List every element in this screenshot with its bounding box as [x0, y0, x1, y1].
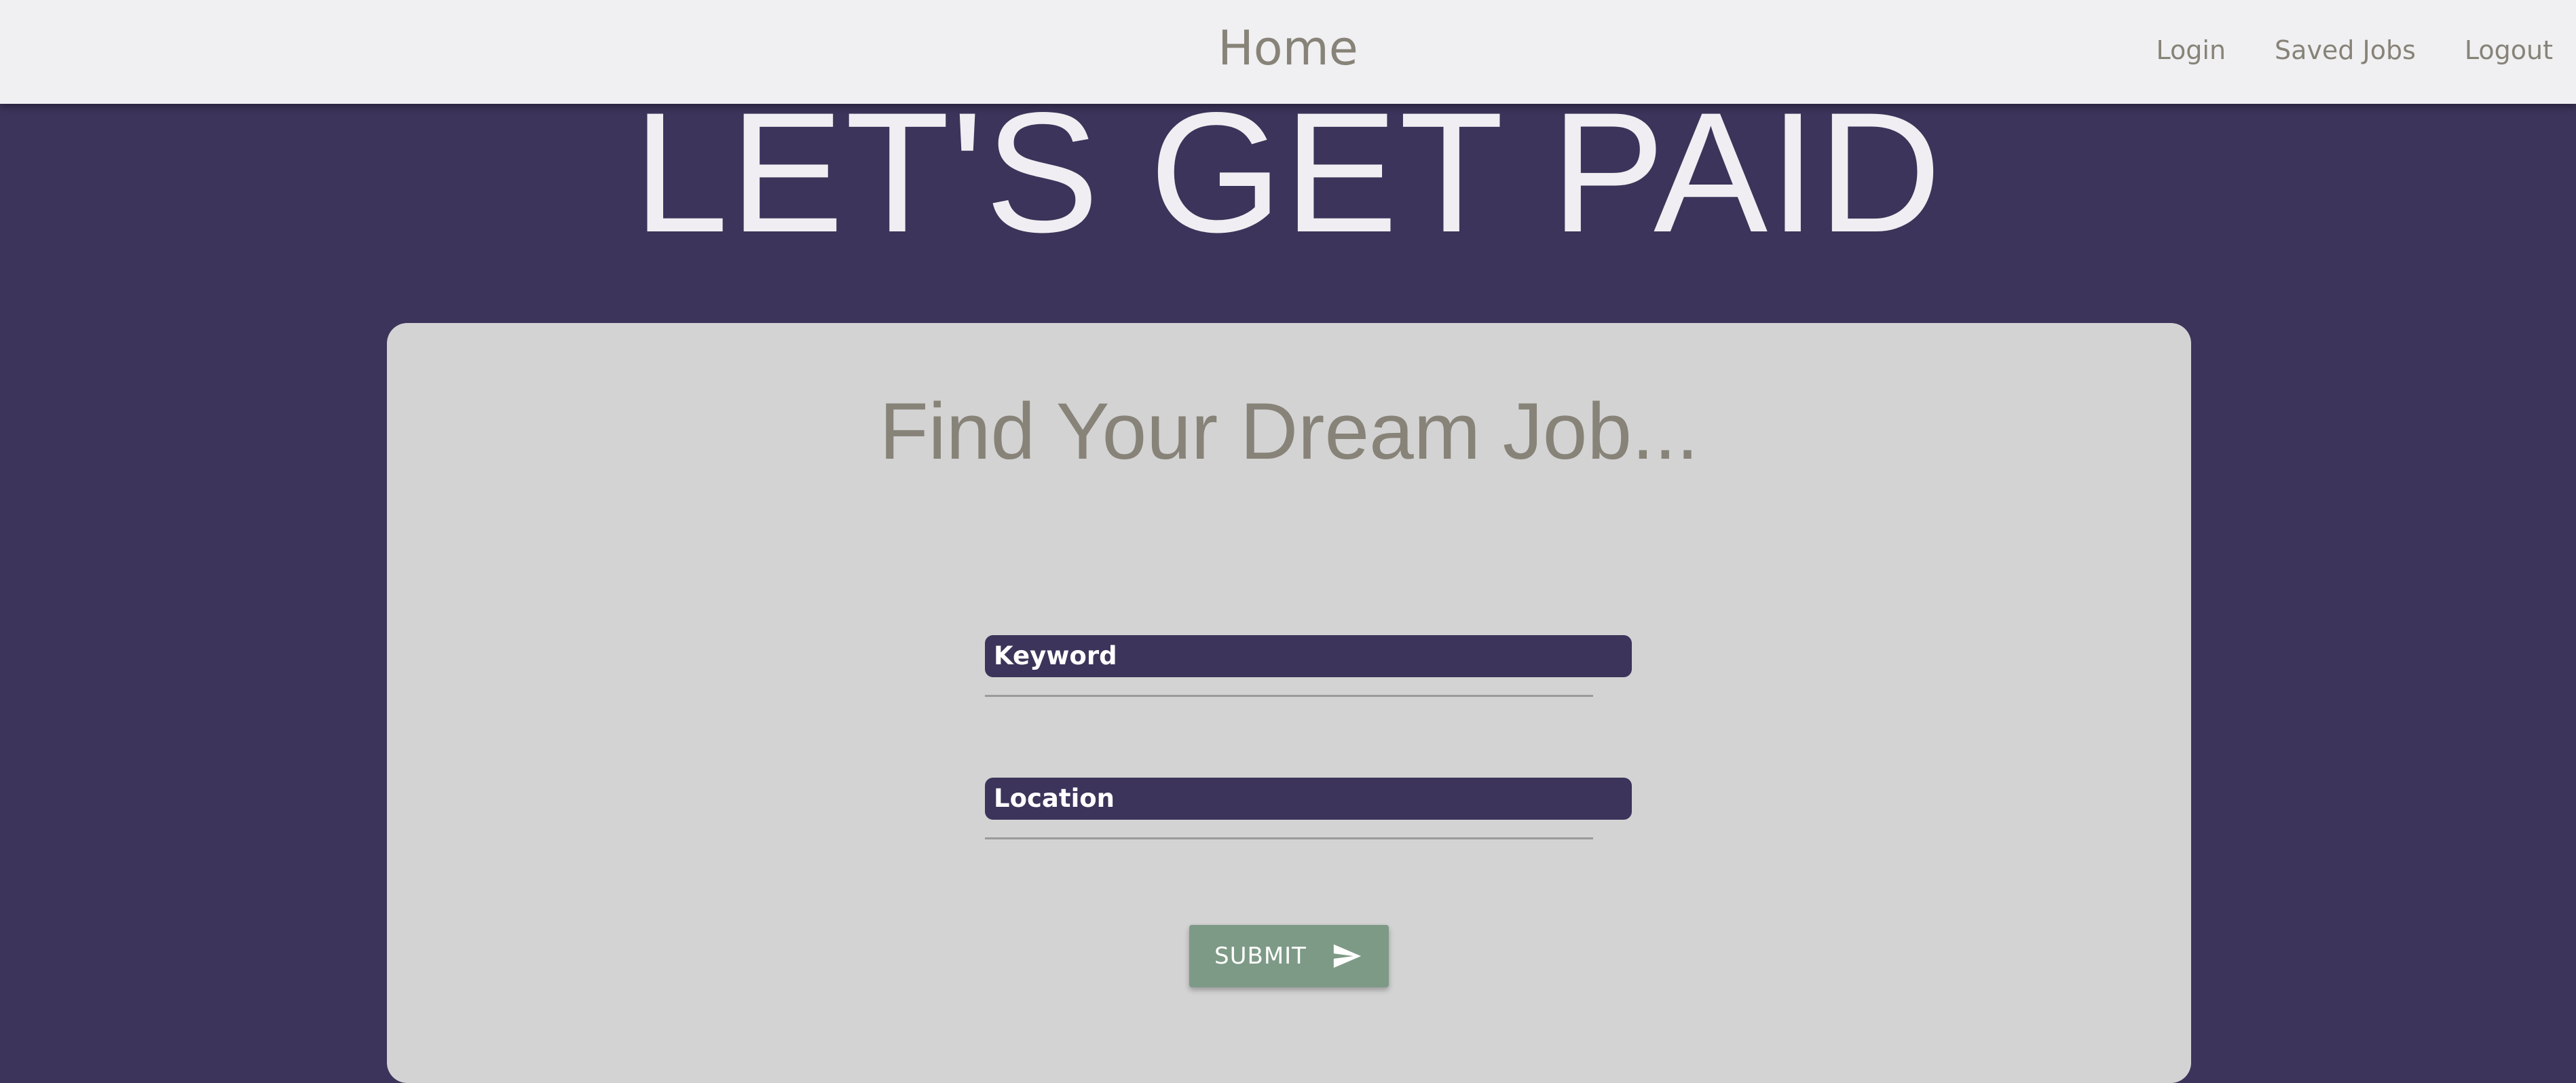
hero-title: LET'S GET PAID — [633, 77, 1943, 268]
home-link[interactable]: Home — [1218, 20, 1358, 76]
top-navbar: Home Login Saved Jobs Logout — [0, 0, 2576, 104]
location-field: Location — [985, 778, 1632, 839]
location-input[interactable] — [985, 820, 1593, 839]
submit-label: SUBMIT — [1214, 943, 1307, 970]
nav-links: Login Saved Jobs Logout — [2157, 35, 2553, 65]
job-search-card: Find Your Dream Job... Keyword Location … — [387, 323, 2191, 1083]
login-link[interactable]: Login — [2157, 35, 2226, 65]
card-title: Find Your Dream Job... — [879, 387, 1699, 476]
submit-button[interactable]: SUBMIT — [1189, 925, 1389, 987]
keyword-field: Keyword — [985, 635, 1632, 697]
keyword-input[interactable] — [985, 677, 1593, 697]
keyword-label: Keyword — [985, 635, 1632, 677]
send-icon — [1333, 944, 1362, 968]
location-label: Location — [985, 778, 1632, 820]
logout-link[interactable]: Logout — [2465, 35, 2553, 65]
saved-jobs-link[interactable]: Saved Jobs — [2275, 35, 2416, 65]
